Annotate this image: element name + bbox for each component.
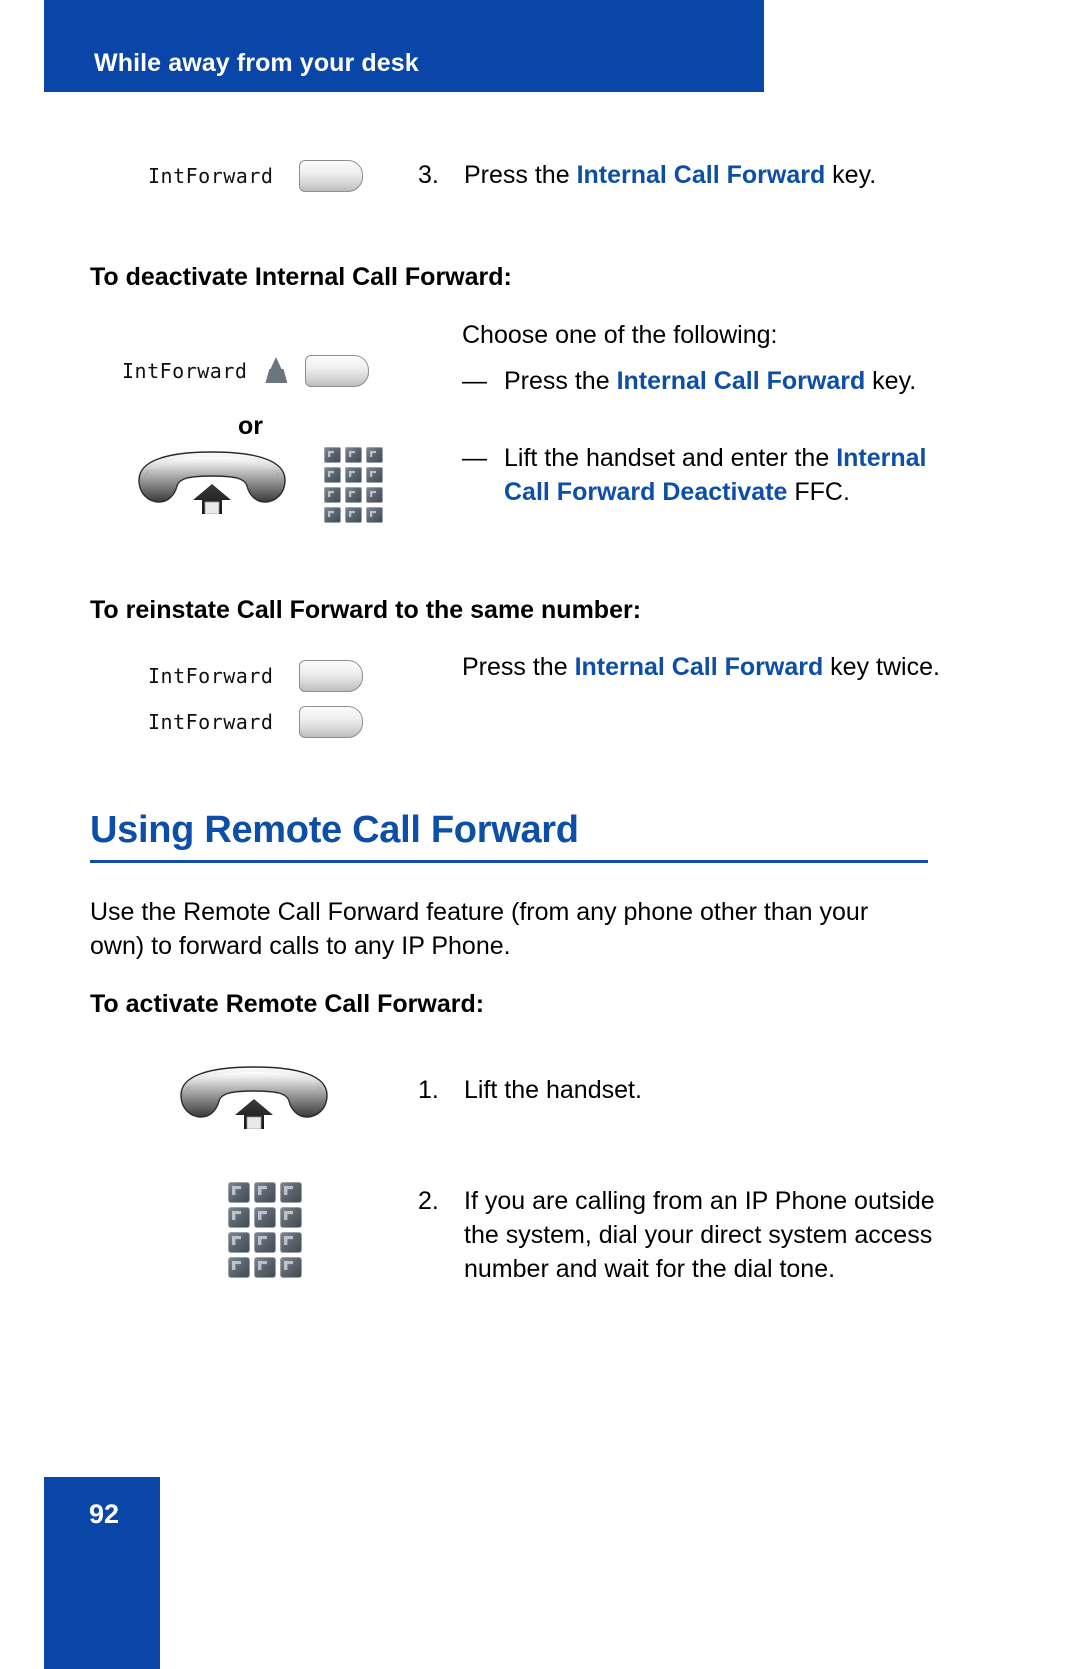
feature-key-icon[interactable] [299, 706, 364, 738]
keypad-key [324, 467, 341, 483]
instruction-text-before: Press the [462, 653, 575, 681]
softkey-label: IntForward [148, 664, 274, 688]
led-indicator-icon [263, 357, 289, 385]
feature-term: Internal Call Forward [616, 367, 866, 395]
feature-term: Internal Call Forward [576, 161, 826, 189]
step-text: Lift the handset. [464, 1076, 642, 1104]
bullet-text-after: FFC. [787, 478, 850, 506]
step-number: 2. [418, 1187, 439, 1215]
keypad-key [345, 447, 362, 463]
step-text: If you are calling from an IP Phone outs… [464, 1187, 935, 1283]
step-number: 1. [418, 1076, 439, 1104]
feature-key-icon[interactable] [299, 660, 364, 692]
keypad-key [345, 467, 362, 483]
handset-lift-icon [175, 1065, 333, 1134]
keypad-key [254, 1182, 276, 1203]
deactivate-icon-group: IntForward [90, 355, 420, 387]
softkey-label: IntForward [122, 359, 248, 383]
keypad-key [324, 507, 341, 523]
feature-term: Internal Call Forward [574, 653, 824, 681]
keypad-key [228, 1182, 250, 1203]
feature-key-icon[interactable] [305, 355, 370, 387]
section-heading-reinstate: To reinstate Call Forward to the same nu… [90, 596, 642, 624]
keypad-key [366, 487, 383, 503]
reinstate-instruction: Press the Internal Call Forward key twic… [462, 650, 942, 684]
keypad-key [280, 1182, 302, 1203]
keypad-key [228, 1232, 250, 1253]
step3-icon-group: IntForward [90, 160, 420, 192]
section-heading-activate: To activate Remote Call Forward: [90, 990, 485, 1018]
keypad-key [254, 1257, 276, 1278]
reinstate-icon-group: IntForward IntForward [90, 660, 420, 738]
softkey-label: IntForward [148, 164, 274, 188]
bullet-text: Lift the handset and enter the Internal … [504, 441, 938, 509]
keypad-key [324, 487, 341, 503]
page-number: 92 [89, 1499, 120, 1529]
heading-rule [90, 860, 928, 863]
bullet-text-after: key. [865, 367, 917, 395]
bullet-press-key: — Press the Internal Call Forward key. [462, 364, 938, 398]
bullet-dash: — [462, 444, 487, 472]
footer-folio-block: 92 [44, 1477, 160, 1669]
keypad-key [324, 447, 341, 463]
instruction-text-after: key twice. [823, 653, 940, 681]
keypad-key [366, 467, 383, 483]
bullet-text: Press the Internal Call Forward key. [504, 364, 916, 398]
page-header-band: While away from your desk [44, 0, 764, 92]
step-text-before: Press the [464, 161, 577, 189]
keypad-key [228, 1207, 250, 1228]
dial-keypad-icon [228, 1182, 302, 1278]
bullet-text-before: Lift the handset and enter the [504, 444, 837, 472]
feature-key-icon[interactable] [299, 160, 364, 192]
keypad-key [228, 1257, 250, 1278]
document-page: While away from your desk IntForward 3. … [0, 0, 1080, 1669]
step-1-lift-handset: 1. Lift the handset. [418, 1073, 938, 1107]
major-heading-text: Using Remote Call Forward [90, 809, 579, 851]
step-2-dial-access-number: 2. If you are calling from an IP Phone o… [418, 1184, 938, 1286]
step-text-after: key. [825, 161, 877, 189]
step-3: 3. Press the Internal Call Forward key. [418, 158, 938, 192]
step-number: 3. [418, 161, 439, 189]
keypad-key [280, 1207, 302, 1228]
keypad-key [366, 447, 383, 463]
keypad-key [366, 507, 383, 523]
bullet-text-before: Press the [504, 367, 617, 395]
keypad-key [254, 1207, 276, 1228]
intro-paragraph: Use the Remote Call Forward feature (fro… [90, 898, 869, 960]
step-text: Press the Internal Call Forward key. [464, 158, 876, 192]
bullet-dash: — [462, 367, 487, 395]
softkey-label: IntForward [148, 710, 274, 734]
keypad-key [280, 1257, 302, 1278]
handset-lift-icon [133, 450, 291, 519]
bullet-lift-handset-ffc: — Lift the handset and enter the Interna… [462, 441, 938, 509]
or-connector: or [238, 412, 263, 440]
section-heading-deactivate: To deactivate Internal Call Forward: [90, 263, 512, 291]
keypad-key [280, 1232, 302, 1253]
dial-keypad-icon [324, 447, 383, 523]
keypad-key [345, 487, 362, 503]
major-heading-block: Using Remote Call Forward [90, 808, 928, 863]
keypad-key [345, 507, 362, 523]
choose-one-intro: Choose one of the following: [462, 321, 778, 349]
page-header-title: While away from your desk [94, 49, 419, 77]
keypad-key [254, 1232, 276, 1253]
